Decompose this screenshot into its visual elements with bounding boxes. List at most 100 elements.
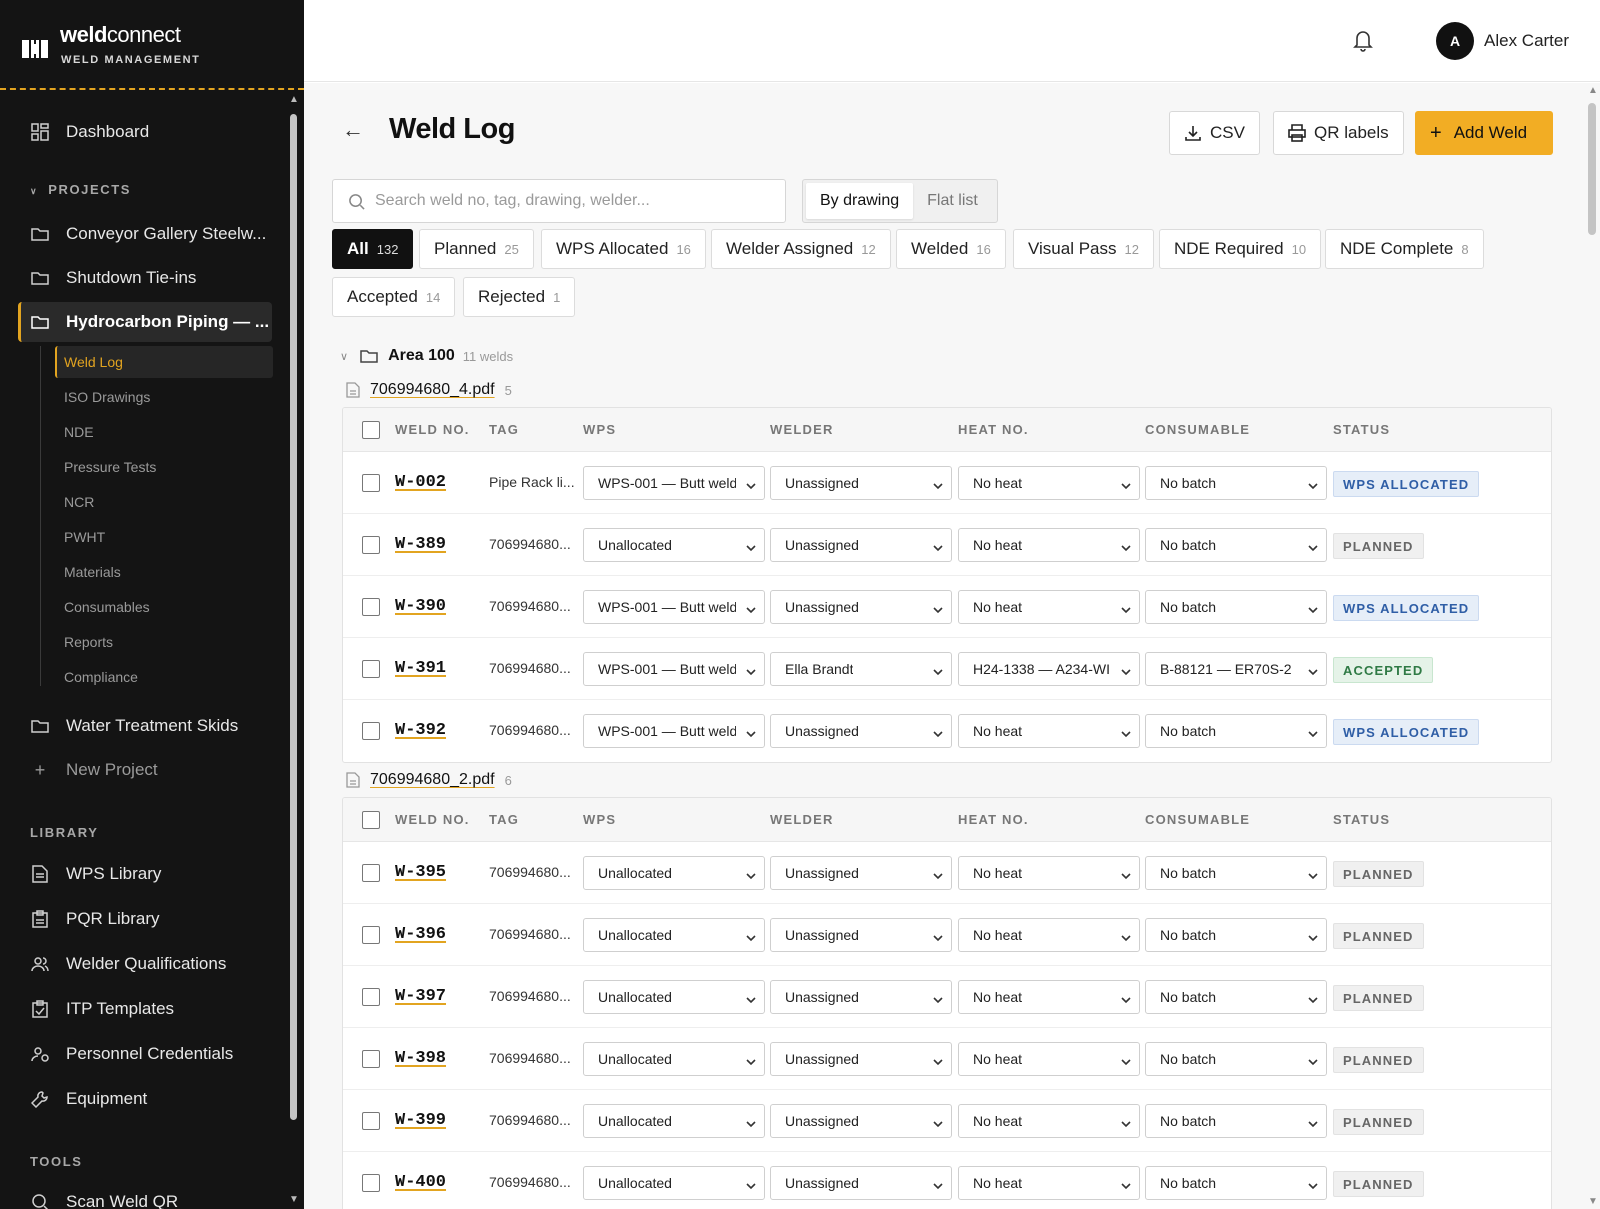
subnav-materials[interactable]: Materials: [55, 556, 273, 588]
filter-chip-wps-allocated[interactable]: WPS Allocated 16: [541, 229, 706, 269]
weld-number-link[interactable]: W-396: [395, 925, 446, 944]
consumable-select[interactable]: No batch: [1145, 528, 1327, 562]
user-name[interactable]: Alex Carter: [1484, 31, 1569, 51]
weld-number-link[interactable]: W-391: [395, 659, 446, 678]
welder-select[interactable]: Unassigned: [770, 856, 952, 890]
welder-select[interactable]: Unassigned: [770, 528, 952, 562]
sidebar-item-scan-weld-qr[interactable]: Scan Weld QR: [18, 1182, 272, 1209]
wps-select[interactable]: Unallocated: [583, 856, 765, 890]
filter-chip-accepted[interactable]: Accepted 14: [332, 277, 456, 317]
wps-select[interactable]: WPS-001 — Butt weld: [583, 590, 765, 624]
back-arrow-icon[interactable]: ←: [342, 117, 364, 143]
welder-select[interactable]: Unassigned: [770, 1104, 952, 1138]
scroll-down-icon[interactable]: ▼: [1588, 1196, 1598, 1207]
scroll-down-icon[interactable]: ▼: [289, 1194, 299, 1205]
filter-chip-rejected[interactable]: Rejected 1: [463, 277, 576, 317]
sidebar-item-pqr-library[interactable]: PQR Library: [18, 899, 272, 939]
filter-chip-nde-complete[interactable]: NDE Complete 8: [1325, 229, 1484, 269]
csv-button[interactable]: CSV: [1169, 111, 1260, 155]
weld-number-link[interactable]: W-002: [395, 473, 446, 492]
main-scrollbar[interactable]: ▲ ▼: [1586, 83, 1598, 1209]
filter-chip-welder-assigned[interactable]: Welder Assigned 12: [711, 229, 891, 269]
heat-select[interactable]: No heat: [958, 918, 1140, 952]
wps-select[interactable]: Unallocated: [583, 1042, 765, 1076]
heat-select[interactable]: No heat: [958, 1042, 1140, 1076]
heat-select[interactable]: No heat: [958, 714, 1140, 748]
subnav-reports[interactable]: Reports: [55, 626, 273, 658]
heat-select[interactable]: No heat: [958, 590, 1140, 624]
wps-select[interactable]: Unallocated: [583, 1104, 765, 1138]
subnav-nde[interactable]: NDE: [55, 416, 273, 448]
row-checkbox[interactable]: [362, 474, 380, 492]
subnav-compliance[interactable]: Compliance: [55, 661, 273, 693]
row-checkbox[interactable]: [362, 926, 380, 944]
sidebar-item-equipment[interactable]: Equipment: [18, 1079, 272, 1119]
row-checkbox[interactable]: [362, 1174, 380, 1192]
wps-select[interactable]: WPS-001 — Butt weld: [583, 652, 765, 686]
brand[interactable]: weldconnect WELD MANAGEMENT: [0, 0, 304, 90]
subnav-pressure-tests[interactable]: Pressure Tests: [55, 451, 273, 483]
drawing-file-link[interactable]: 706994680_4.pdf: [370, 381, 495, 399]
welder-select[interactable]: Unassigned: [770, 1042, 952, 1076]
select-all-checkbox[interactable]: [362, 421, 380, 439]
scroll-up-icon[interactable]: ▲: [289, 94, 299, 105]
wps-select[interactable]: WPS-001 — Butt weld: [583, 714, 765, 748]
heat-select[interactable]: No heat: [958, 980, 1140, 1014]
consumable-select[interactable]: No batch: [1145, 590, 1327, 624]
weld-number-link[interactable]: W-395: [395, 863, 446, 882]
subnav-ncr[interactable]: NCR: [55, 486, 273, 518]
wps-select[interactable]: Unallocated: [583, 1166, 765, 1200]
welder-select[interactable]: Ella Brandt: [770, 652, 952, 686]
welder-select[interactable]: Unassigned: [770, 714, 952, 748]
select-all-checkbox[interactable]: [362, 811, 380, 829]
heat-select[interactable]: No heat: [958, 856, 1140, 890]
qr-labels-button[interactable]: QR labels: [1273, 111, 1404, 155]
row-checkbox[interactable]: [362, 722, 380, 740]
sidebar-item-personnel-credentials[interactable]: Personnel Credentials: [18, 1034, 272, 1074]
add-weld-button[interactable]: + Add Weld: [1415, 111, 1553, 155]
heat-select[interactable]: No heat: [958, 1104, 1140, 1138]
avatar[interactable]: A: [1436, 22, 1474, 60]
welder-select[interactable]: Unassigned: [770, 918, 952, 952]
subnav-iso-drawings[interactable]: ISO Drawings: [55, 381, 273, 413]
view-by-drawing[interactable]: By drawing: [806, 183, 914, 219]
weld-number-link[interactable]: W-398: [395, 1049, 446, 1068]
heat-select[interactable]: H24-1338 — A234-WI: [958, 652, 1140, 686]
sidebar-item-dashboard[interactable]: Dashboard: [18, 112, 272, 152]
bell-icon[interactable]: [1352, 28, 1374, 52]
weld-number-link[interactable]: W-399: [395, 1111, 446, 1130]
welder-select[interactable]: Unassigned: [770, 590, 952, 624]
drawing-file-link[interactable]: 706994680_2.pdf: [370, 771, 495, 789]
weld-number-link[interactable]: W-390: [395, 597, 446, 616]
view-flat-list[interactable]: Flat list: [913, 183, 992, 219]
wps-select[interactable]: Unallocated: [583, 528, 765, 562]
sidebar-project-shutdown[interactable]: Shutdown Tie-ins: [18, 258, 272, 298]
row-checkbox[interactable]: [362, 864, 380, 882]
sidebar-project-conveyor[interactable]: Conveyor Gallery Steelw...: [18, 214, 272, 254]
consumable-select[interactable]: No batch: [1145, 856, 1327, 890]
filter-chip-welded[interactable]: Welded 16: [896, 229, 1006, 269]
new-project-button[interactable]: + New Project: [18, 750, 272, 790]
wps-select[interactable]: Unallocated: [583, 980, 765, 1014]
row-checkbox[interactable]: [362, 988, 380, 1006]
row-checkbox[interactable]: [362, 598, 380, 616]
row-checkbox[interactable]: [362, 1112, 380, 1130]
weld-number-link[interactable]: W-389: [395, 535, 446, 554]
welder-select[interactable]: Unassigned: [770, 1166, 952, 1200]
consumable-select[interactable]: No batch: [1145, 1042, 1327, 1076]
row-checkbox[interactable]: [362, 536, 380, 554]
subnav-pwht[interactable]: PWHT: [55, 521, 273, 553]
filter-chip-all[interactable]: All 132: [332, 229, 414, 269]
weld-number-link[interactable]: W-397: [395, 987, 446, 1006]
sidebar-scroll-thumb[interactable]: [290, 114, 297, 1120]
sidebar-item-welder-qualifications[interactable]: Welder Qualifications: [18, 944, 272, 984]
heat-select[interactable]: No heat: [958, 1166, 1140, 1200]
search-input[interactable]: [375, 192, 765, 210]
wps-select[interactable]: Unallocated: [583, 918, 765, 952]
row-checkbox[interactable]: [362, 1050, 380, 1068]
group-header-area-100[interactable]: ∨ Area 100 11 welds: [340, 347, 513, 365]
wps-select[interactable]: WPS-001 — Butt weld: [583, 466, 765, 500]
weld-number-link[interactable]: W-400: [395, 1173, 446, 1192]
welder-select[interactable]: Unassigned: [770, 466, 952, 500]
projects-section-label[interactable]: ∨ PROJECTS: [30, 182, 131, 197]
